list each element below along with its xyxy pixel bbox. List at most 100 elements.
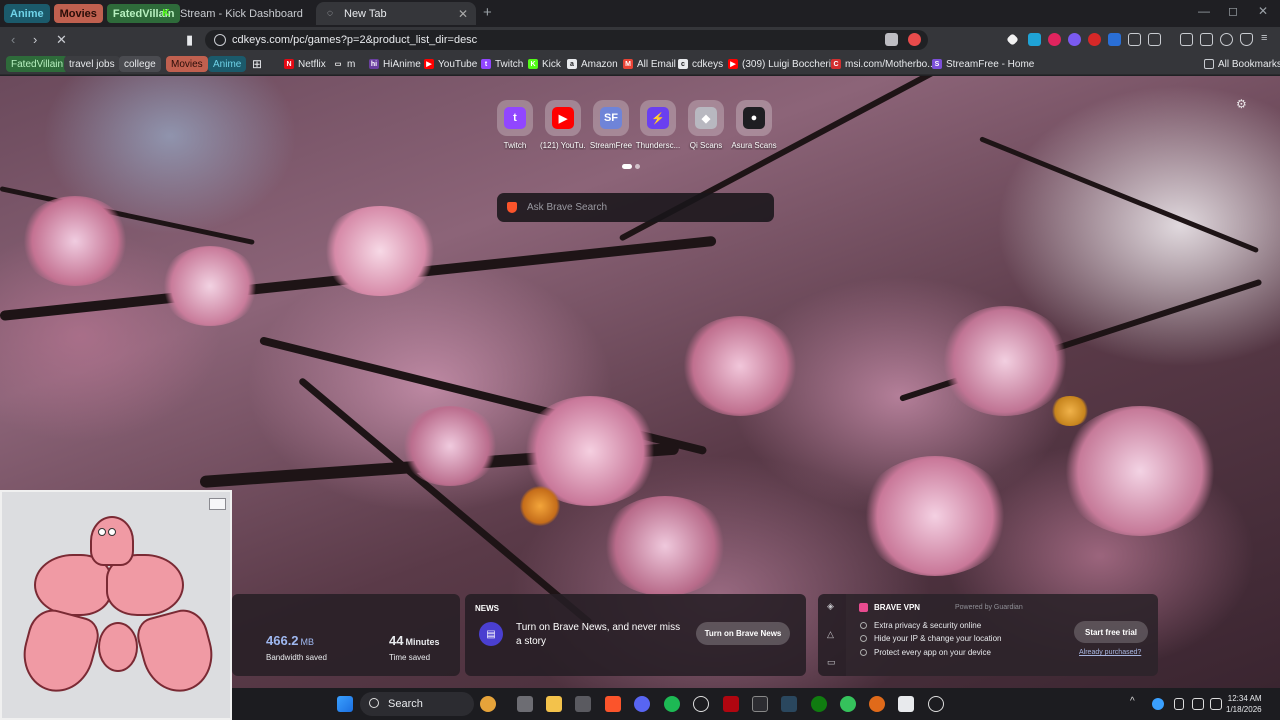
rewards-icon[interactable]: ▭ [827,657,836,668]
close-window-button[interactable]: ✕ [1258,4,1268,18]
apps-grid-icon[interactable]: ⊞ [252,56,262,72]
top-site-tile[interactable]: ▶ [545,100,581,136]
spotify-icon[interactable] [664,696,680,712]
bookmark-cdkeys[interactable]: c cdkeys [678,56,723,72]
widgets-icon[interactable] [480,696,496,712]
kick-icon: K [162,8,170,19]
page-dots[interactable] [622,164,640,169]
file-explorer-icon[interactable] [546,696,562,712]
stop-loading-button[interactable]: ✕ [56,32,67,48]
leo-ai-icon[interactable] [1220,33,1233,46]
bookmark-group-fatedvillain[interactable]: FatedVillain [6,56,69,72]
extensions-puzzle-icon[interactable] [1128,33,1141,46]
epic-games-icon[interactable] [752,696,768,712]
start-free-trial-button[interactable]: Start free trial [1074,621,1148,643]
sidebar-toggle-icon[interactable] [1180,33,1193,46]
address-bar[interactable]: cdkeys.com/pc/games?p=2&product_list_dir… [205,30,928,50]
bookmark-msi-com-motherbo[interactable]: Cmsi.com/Motherbo... [831,56,936,72]
tab-group-anime[interactable]: Anime [4,4,50,23]
tray-overflow-icon[interactable]: ^ [1130,696,1135,707]
already-purchased-link[interactable]: Already purchased? [1079,649,1141,656]
tab-group-movies[interactable]: Movies [53,4,103,23]
microphone-icon[interactable] [1174,698,1184,710]
extension-translate-icon[interactable] [1028,33,1041,46]
xbox-icon[interactable] [811,696,827,712]
top-site-tile[interactable]: ⚡ [640,100,676,136]
clock[interactable]: 12:34 AM 1/18/2026 [1226,693,1262,715]
forward-button[interactable]: › [33,32,37,47]
task-view-icon[interactable] [517,696,533,712]
extension-box-icon[interactable] [1148,33,1161,46]
talk-icon[interactable]: △ [827,629,834,640]
top-site-thundersc[interactable]: ⚡ Thundersc... [635,100,681,150]
windows-start-icon[interactable] [337,696,353,712]
top-site-121-youtu[interactable]: ▶ (121) YouTu... [540,100,586,150]
bookmark-streamfree-home[interactable]: S StreamFree - Home [932,56,1034,72]
time-value: 44 [389,633,404,648]
orange-app-icon[interactable] [869,696,885,712]
gear-icon[interactable]: ⚙ [1236,97,1247,111]
top-site-qi-scans[interactable]: ◆ Qi Scans [683,100,729,150]
top-site-tile[interactable]: t [497,100,533,136]
bookmark-kick[interactable]: K Kick [528,56,561,72]
top-site-tile[interactable]: ● [736,100,772,136]
app-icon[interactable] [898,696,914,712]
bandwidth-value: 466.2 [266,633,299,648]
extension-purple-icon[interactable] [1068,33,1081,46]
onedrive-icon[interactable] [1152,698,1164,710]
bookmark-group-movies[interactable]: Movies [166,56,208,72]
bookmark-amazon[interactable]: a Amazon [567,56,618,72]
site-info-icon[interactable] [214,34,226,46]
bookmark-icon[interactable]: ▮ [186,32,193,48]
back-button[interactable]: ‹ [11,32,15,47]
top-site-tile[interactable]: SF [593,100,629,136]
netflix-icon[interactable] [723,696,739,712]
calculator-icon[interactable] [575,696,591,712]
bookmark-309-luigi-boccheri[interactable]: ▶ (309) Luigi Boccheri... [728,56,839,72]
network-icon[interactable] [1192,698,1204,710]
vpn-shield-icon[interactable]: ◈ [827,601,834,612]
bookmark-youtube[interactable]: ▶ YouTube [424,56,477,72]
bookmark-twitch[interactable]: t Twitch [481,56,523,72]
bookmark-group-anime[interactable]: Anime [208,56,247,72]
bookmark-all-email[interactable]: M All Email [623,56,676,72]
extension-red-icon[interactable] [1048,33,1061,46]
bookmark-hianime[interactable]: hi HiAnime [369,56,421,72]
brave-search-box[interactable]: Ask Brave Search [497,193,774,222]
green-app-icon[interactable] [840,696,856,712]
close-tab-icon[interactable]: ✕ [458,7,468,21]
bookmark-group-travel-jobs[interactable]: travel jobs [64,56,120,72]
bookmark-netflix[interactable]: N Netflix [284,56,326,72]
turn-on-news-button[interactable]: Turn on Brave News [696,622,790,645]
obs-icon[interactable] [928,696,944,712]
extension-blue-icon[interactable] [1108,33,1121,46]
all-bookmarks-button[interactable]: All Bookmarks [1204,56,1280,72]
tab-new-tab[interactable]: ◌ New Tab ✕ [316,2,476,25]
news-title: NEWS [475,604,499,613]
bookmark-group-college[interactable]: college [119,56,161,72]
taskbar-search[interactable]: Search [360,692,474,716]
top-site-tile[interactable]: ◆ [688,100,724,136]
brave-icon[interactable] [605,696,621,712]
discord-icon[interactable] [634,696,650,712]
bookmark-m[interactable]: ▭ m [333,56,355,72]
bookmark-label: (309) Luigi Boccheri... [742,58,840,70]
maximize-button[interactable]: ◻ [1228,4,1238,18]
steam-icon[interactable] [781,696,797,712]
vpn-shield-icon[interactable] [1240,33,1253,46]
volume-icon[interactable] [1210,698,1222,710]
tab-kick-dashboard[interactable]: K Stream - Kick Dashboard [152,2,312,25]
minimize-button[interactable]: — [1198,4,1210,18]
extension-diamond-icon[interactable] [1006,33,1019,46]
top-site-twitch[interactable]: t Twitch [492,100,538,150]
extension-adblock-icon[interactable] [1088,33,1101,46]
chatgpt-icon[interactable] [693,696,709,712]
top-site-asura-scans[interactable]: ● Asura Scans [731,100,777,150]
menu-icon[interactable]: ≡ [1261,32,1274,45]
wallet-icon[interactable] [1200,33,1213,46]
top-site-streamfree[interactable]: SF StreamFree [588,100,634,150]
brave-rewards-icon[interactable] [908,33,921,46]
new-tab-button[interactable]: + [483,4,492,21]
brave-shields-icon[interactable] [885,33,898,46]
amazon-icon: a [567,59,577,69]
